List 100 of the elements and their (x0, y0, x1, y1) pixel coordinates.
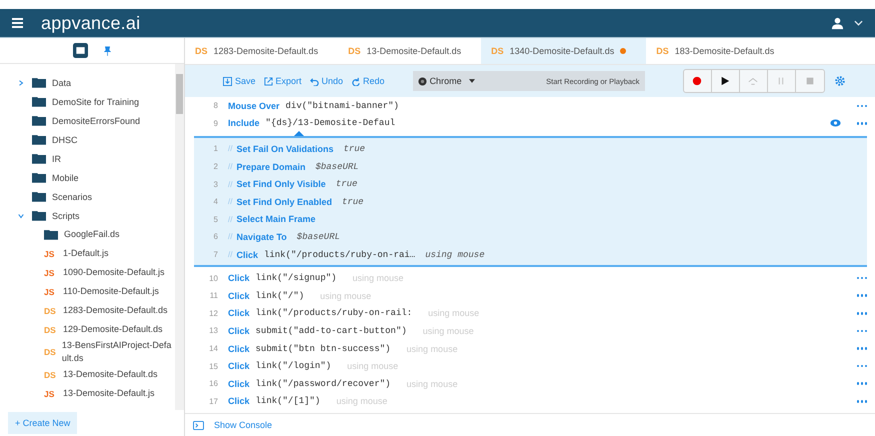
line-number: 14 (208, 344, 218, 354)
file-tab[interactable]: DS 183-Demosite-Default.ds (646, 38, 794, 64)
command-argument: submit("add-to-cart-button") (256, 326, 407, 336)
more-icon[interactable] (856, 312, 867, 315)
folder-icon (32, 115, 46, 126)
command-modifier: true (336, 179, 358, 190)
folder-icon (32, 172, 46, 183)
file-name[interactable]: 1090-Demosite-Default.js (63, 266, 165, 279)
command-keyword: Click (228, 326, 250, 336)
comment-mark: // (228, 214, 232, 224)
comment-mark: // (228, 232, 232, 242)
export-icon (264, 76, 273, 86)
settings-icon[interactable] (834, 76, 845, 86)
command-argument: link("/login") (256, 361, 332, 372)
command-keyword: Click (228, 396, 250, 406)
folder-name[interactable]: Scenarios (52, 192, 92, 202)
menu-icon[interactable] (12, 18, 23, 28)
line-number: 10 (208, 274, 218, 283)
folder-icon (44, 229, 58, 240)
command-argument: submit("btn btn-success") (256, 344, 391, 354)
command-modifier: $baseURL (315, 162, 359, 172)
command-keyword: Click (228, 290, 250, 301)
line-number: 16 (208, 379, 218, 388)
line-number: 6 (212, 232, 218, 242)
file-name[interactable]: 13-BensFirstAIProject-Default.ds (62, 339, 175, 365)
more-icon[interactable] (856, 294, 867, 297)
folder-icon[interactable] (73, 43, 88, 58)
more-icon[interactable] (856, 382, 867, 385)
redo-icon (351, 76, 360, 86)
more-icon[interactable] (856, 276, 867, 280)
folder-name[interactable]: DHSC (52, 134, 78, 144)
line-number: 7 (212, 250, 218, 260)
more-icon[interactable] (856, 400, 867, 403)
command-keyword: Set Find Only Visible (236, 179, 326, 190)
file-tab[interactable]: DS 1340-Demosite-Default.ds (481, 38, 646, 64)
more-icon[interactable] (856, 364, 867, 368)
command-keyword: Set Fail On Validations (236, 144, 334, 154)
browser-select[interactable]: Chrome (418, 76, 475, 86)
line-number: 3 (212, 180, 218, 189)
file-name[interactable]: 13-Demosite-Default.js (63, 387, 155, 400)
eye-icon[interactable] (830, 119, 840, 128)
file-name[interactable]: 129-Demosite-Default.ds (63, 323, 163, 336)
command-argument: "{ds}/13-Demosite-Defaul (266, 118, 396, 128)
file-name[interactable]: 13-Demosite-Default.ds (63, 368, 158, 381)
folder-name[interactable]: Data (52, 78, 72, 88)
folder-name[interactable]: DemositeErrorsFound (52, 116, 140, 126)
save-icon (223, 76, 232, 86)
line-number: 4 (212, 197, 218, 206)
stop-icon (804, 76, 815, 86)
file-type-label: DS (44, 347, 56, 357)
folder-name[interactable]: Mobile (52, 172, 79, 182)
line-number: 5 (212, 214, 218, 224)
file-tab[interactable]: DS 13-Demosite-Default.ds (338, 38, 482, 64)
file-type-label: DS (44, 306, 57, 316)
pin-icon[interactable] (104, 46, 111, 56)
more-icon[interactable] (856, 347, 867, 350)
command-keyword: Click (228, 378, 250, 389)
command-argument: link("/products/ruby-on-rai… (264, 250, 416, 260)
folder-icon (32, 191, 46, 202)
browser-icon (418, 76, 427, 86)
scrollbar[interactable] (175, 64, 184, 410)
folder-icon (32, 96, 46, 107)
chevron-down-icon[interactable] (854, 20, 863, 26)
comment-mark: // (228, 180, 232, 189)
console-icon (193, 420, 204, 430)
command-keyword: Click (228, 273, 250, 284)
more-icon[interactable] (856, 122, 867, 125)
file-type-label: JS (44, 388, 56, 398)
command-keyword: Navigate To (236, 232, 287, 242)
more-icon[interactable] (856, 104, 867, 108)
play-icon (720, 76, 730, 86)
line-number: 15 (208, 362, 218, 371)
line-number: 9 (212, 118, 218, 128)
comment-mark: // (228, 144, 232, 154)
command-argument: link("/") (256, 290, 304, 301)
command-keyword: Click (228, 361, 250, 372)
line-number: 12 (208, 308, 218, 318)
file-name[interactable]: 1283-Demosite-Default.ds (63, 304, 168, 317)
folder-icon (32, 77, 46, 88)
command-keyword: Mouse Over (228, 100, 280, 111)
comment-mark: // (228, 197, 232, 206)
command-modifier: $baseURL (296, 232, 340, 242)
folder-name[interactable]: Scripts (52, 210, 80, 220)
user-icon[interactable] (831, 16, 844, 30)
command-argument: link("/password/recover") (256, 378, 391, 389)
command-modifier: using mouse (425, 250, 485, 260)
line-number: 11 (208, 291, 218, 300)
line-number: 2 (212, 162, 218, 172)
line-number: 13 (208, 326, 218, 336)
folder-name[interactable]: DemoSite for Training (52, 96, 140, 106)
undo-icon (310, 76, 319, 86)
file-name[interactable]: 1-Default.js (63, 247, 109, 260)
file-name[interactable]: 110-Demosite-Default.js (63, 285, 159, 298)
folder-icon (32, 210, 46, 221)
more-icon[interactable] (856, 330, 867, 332)
file-tab[interactable]: DS 1283-Demosite-Default.ds (185, 38, 338, 64)
command-keyword: Prepare Domain (236, 162, 306, 172)
folder-name[interactable]: IR (52, 154, 61, 164)
show-console-button[interactable]: Show Console (208, 420, 278, 430)
file-name[interactable]: GoogleFail.ds (64, 228, 120, 241)
